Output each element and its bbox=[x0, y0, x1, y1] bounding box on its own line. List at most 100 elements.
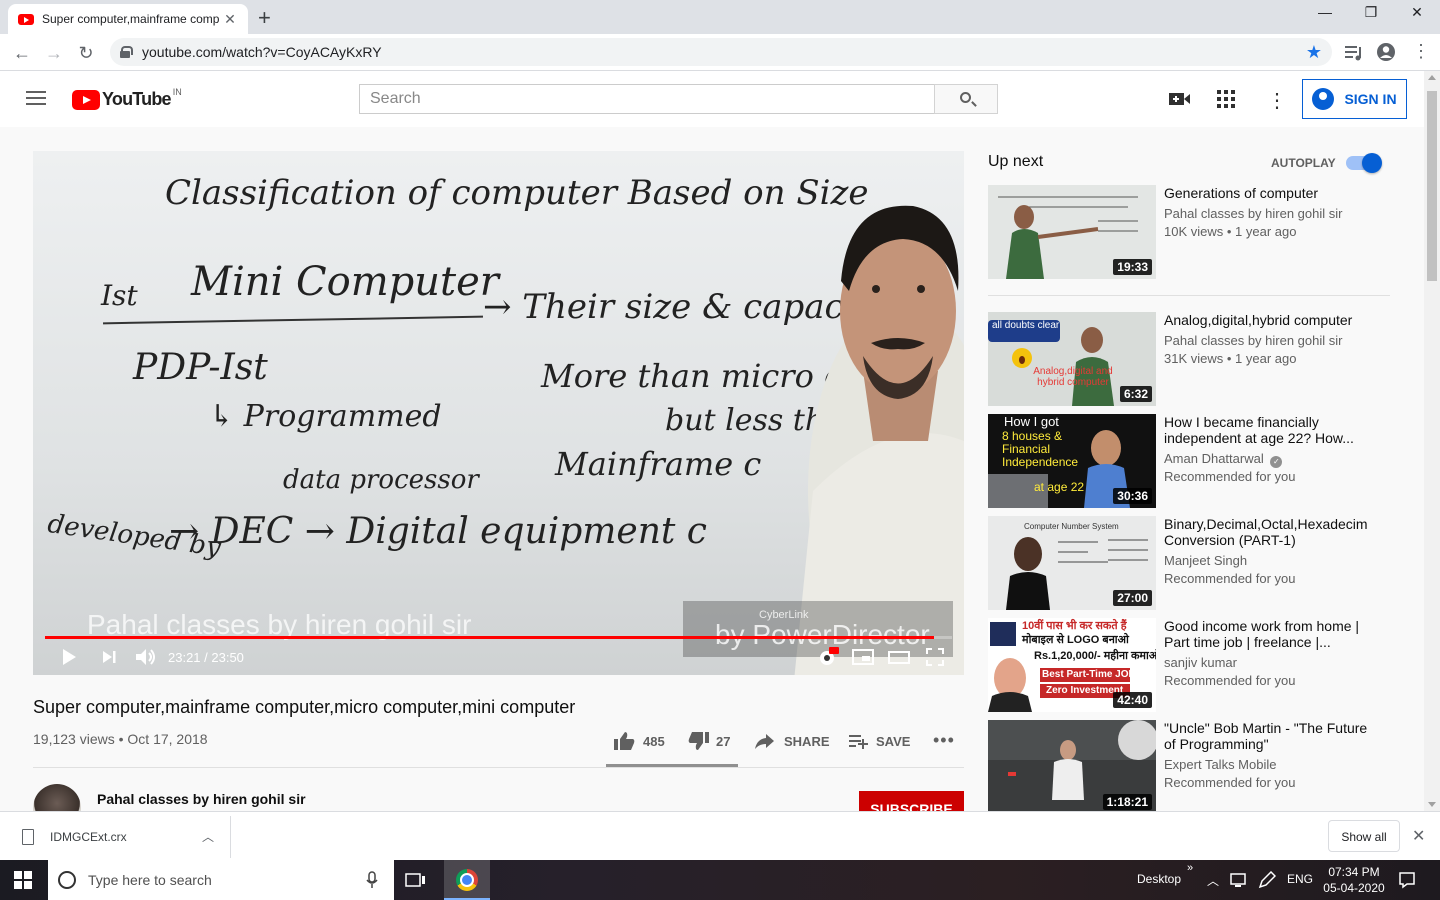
video-player[interactable]: Classification of computer Based on Size… bbox=[33, 151, 964, 675]
language-indicator[interactable]: ENG bbox=[1287, 872, 1313, 886]
dislike-button[interactable]: 27 bbox=[688, 731, 730, 751]
downloads-bar: IDMGCExt.crx ︿ Show all ✕ bbox=[0, 811, 1440, 860]
recommended-video-6[interactable]: 1:18:21 "Uncle" Bob Martin - "The Future… bbox=[988, 720, 1398, 816]
profile-icon[interactable] bbox=[1376, 42, 1396, 62]
share-button[interactable]: SHARE bbox=[754, 731, 830, 751]
search-button[interactable] bbox=[934, 84, 998, 114]
more-actions-icon[interactable]: ••• bbox=[933, 730, 955, 751]
tab-title: Super computer,mainframe comp bbox=[42, 12, 220, 26]
video-thumbnail[interactable]: Computer Number System 27:00 bbox=[988, 516, 1156, 610]
youtube-logo[interactable]: YouTube IN bbox=[72, 87, 182, 110]
channel-name[interactable]: Pahal classes by hiren gohil sir bbox=[97, 791, 306, 807]
maximize-icon[interactable]: ❐ bbox=[1348, 4, 1394, 26]
save-button[interactable]: SAVE bbox=[848, 731, 910, 751]
reload-icon[interactable]: ↻ bbox=[74, 41, 98, 65]
like-button[interactable]: 485 bbox=[613, 731, 665, 751]
taskbar-search-input[interactable]: Type here to search bbox=[48, 860, 394, 900]
window-close-icon[interactable]: ✕ bbox=[1394, 4, 1440, 26]
scrollbar-thumb[interactable] bbox=[1427, 91, 1437, 281]
settings-more-icon[interactable]: ⋮ bbox=[1267, 88, 1287, 113]
video-thumbnail[interactable]: 19:33 bbox=[988, 185, 1156, 279]
windows-start-icon[interactable] bbox=[14, 871, 32, 889]
chevron-up-icon[interactable]: ︿ bbox=[202, 828, 214, 845]
thumb-caption-2: Analog,digital and hybrid computer bbox=[1033, 366, 1113, 388]
sign-in-label: SIGN IN bbox=[1344, 91, 1397, 107]
bookmark-star-icon[interactable]: ★ bbox=[1306, 42, 1322, 63]
thumb-caption-2: मोबाइल से LOGO बनाओ bbox=[1022, 634, 1129, 646]
rec-info: Recommended for you bbox=[1164, 673, 1296, 688]
recommended-video-1[interactable]: 19:33 Generations of computer Pahal clas… bbox=[988, 185, 1398, 281]
like-count: 485 bbox=[643, 733, 665, 749]
guide-menu-icon[interactable] bbox=[26, 91, 46, 105]
taskbar-clock[interactable]: 07:34 PM 05-04-2020 bbox=[1322, 864, 1386, 896]
recommended-video-2[interactable]: all doubts clear Analog,digital and hybr… bbox=[988, 312, 1398, 408]
rec-title[interactable]: How I became financially independent at … bbox=[1164, 414, 1374, 446]
rec-channel[interactable]: Aman Dhattarwal ✓ bbox=[1164, 451, 1283, 468]
desktop-toolbar-label[interactable]: Desktop bbox=[1137, 872, 1181, 886]
volume-icon[interactable] bbox=[135, 647, 157, 667]
rec-title[interactable]: Good income work from home | Part time j… bbox=[1164, 618, 1374, 650]
progress-bar[interactable] bbox=[45, 636, 952, 639]
new-tab-icon[interactable]: + bbox=[258, 5, 271, 31]
download-item[interactable]: IDMGCExt.crx ︿ bbox=[6, 816, 231, 858]
info-divider bbox=[33, 767, 964, 768]
fullscreen-icon[interactable] bbox=[925, 647, 945, 667]
scroll-up-arrow-icon[interactable] bbox=[1428, 75, 1436, 80]
rec-title[interactable]: Generations of computer bbox=[1164, 185, 1374, 201]
page-scrollbar[interactable] bbox=[1424, 71, 1440, 811]
rec-channel[interactable]: Manjeet Singh bbox=[1164, 553, 1247, 568]
autoplay-toggle[interactable] bbox=[1346, 153, 1382, 173]
theater-mode-icon[interactable] bbox=[887, 647, 911, 667]
settings-gear-icon[interactable] bbox=[817, 647, 839, 667]
rec-title[interactable]: Analog,digital,hybrid computer bbox=[1164, 312, 1374, 328]
video-thumbnail[interactable]: 1:18:21 bbox=[988, 720, 1156, 814]
back-icon[interactable]: ← bbox=[10, 41, 34, 65]
video-thumbnail[interactable]: all doubts clear Analog,digital and hybr… bbox=[988, 312, 1156, 406]
show-all-button[interactable]: Show all bbox=[1328, 820, 1400, 852]
rec-channel[interactable]: Expert Talks Mobile bbox=[1164, 757, 1276, 772]
forward-icon[interactable]: → bbox=[42, 41, 66, 65]
create-video-icon[interactable] bbox=[1168, 89, 1192, 109]
search-input[interactable]: Search bbox=[359, 84, 935, 114]
chrome-menu-icon[interactable]: ⋮ bbox=[1412, 41, 1430, 62]
tray-chevron-up-icon[interactable]: ︿ bbox=[1207, 872, 1219, 889]
network-icon[interactable] bbox=[1230, 872, 1248, 888]
task-view-icon[interactable] bbox=[405, 872, 427, 888]
miniplayer-icon[interactable] bbox=[851, 647, 875, 667]
pen-icon[interactable] bbox=[1258, 871, 1276, 889]
save-label: SAVE bbox=[876, 733, 911, 749]
clock-date: 05-04-2020 bbox=[1323, 881, 1385, 895]
next-icon[interactable] bbox=[101, 647, 117, 667]
browser-tab[interactable]: Super computer,mainframe comp ✕ bbox=[8, 4, 248, 34]
rec-title[interactable]: "Uncle" Bob Martin - "The Future of Prog… bbox=[1164, 720, 1374, 752]
toolbar-overflow-icon[interactable]: » bbox=[1187, 862, 1193, 874]
rec-channel[interactable]: Pahal classes by hiren gohil sir bbox=[1164, 206, 1342, 221]
apps-grid-icon[interactable] bbox=[1216, 89, 1240, 109]
rec-info: Recommended for you bbox=[1164, 775, 1296, 790]
video-thumbnail[interactable]: 10वीं पास भी कर सकते हैं मोबाइल से LOGO … bbox=[988, 618, 1156, 712]
play-icon[interactable] bbox=[61, 647, 77, 667]
downloads-close-icon[interactable]: ✕ bbox=[1412, 826, 1425, 846]
sign-in-button[interactable]: SIGN IN bbox=[1302, 79, 1407, 119]
recommended-video-3[interactable]: How I got 8 houses & Financial Independe… bbox=[988, 414, 1398, 510]
tab-close-icon[interactable]: ✕ bbox=[222, 11, 238, 28]
rec-channel[interactable]: Pahal classes by hiren gohil sir bbox=[1164, 333, 1342, 348]
rec-channel[interactable]: sanjiv kumar bbox=[1164, 655, 1237, 670]
scroll-down-arrow-icon[interactable] bbox=[1428, 802, 1436, 807]
chrome-taskbar-icon[interactable] bbox=[444, 860, 490, 900]
video-duration: 30:36 bbox=[1113, 488, 1152, 504]
microphone-icon[interactable] bbox=[366, 871, 378, 889]
rec-title[interactable]: Binary,Decimal,Octal,Hexadecim Conversio… bbox=[1164, 516, 1374, 548]
cortana-icon bbox=[58, 871, 76, 889]
thumb-caption: all doubts clear bbox=[992, 320, 1060, 331]
notifications-icon[interactable] bbox=[1398, 871, 1416, 889]
board-line-4a: ↳ Programmed bbox=[209, 399, 442, 434]
file-icon bbox=[22, 829, 34, 845]
url-field[interactable]: youtube.com/watch?v=CoyACAyKxRY ★ bbox=[110, 38, 1332, 66]
time-display: 23:21 / 23:50 bbox=[168, 650, 244, 665]
recommended-video-4[interactable]: Computer Number System 27:00 Binary,Deci… bbox=[988, 516, 1398, 612]
recommended-video-5[interactable]: 10वीं पास भी कर सकते हैं मोबाइल से LOGO … bbox=[988, 618, 1398, 714]
video-thumbnail[interactable]: How I got 8 houses & Financial Independe… bbox=[988, 414, 1156, 508]
minimize-icon[interactable]: — bbox=[1302, 4, 1348, 26]
media-queue-icon[interactable] bbox=[1344, 43, 1364, 61]
